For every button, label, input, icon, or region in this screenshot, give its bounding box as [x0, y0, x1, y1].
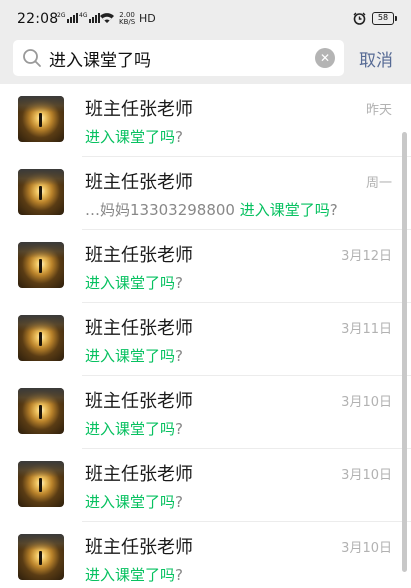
- match-highlight: 进入课堂了吗: [85, 420, 176, 438]
- message-snippet: …妈妈13303298800 进入课堂了吗?: [85, 199, 338, 220]
- message-snippet: 进入课堂了吗?: [85, 491, 183, 512]
- message-snippet: 进入课堂了吗?: [85, 418, 183, 439]
- network-type-label: 4G: [79, 12, 88, 19]
- avatar: [18, 242, 64, 288]
- list-item[interactable]: 班主任张老师 3月10日 进入课堂了吗?: [0, 522, 411, 588]
- message-snippet: 进入课堂了吗?: [85, 345, 183, 366]
- status-bar: 22:08 2G 4G 2.00 KB/S HD 58: [0, 0, 411, 36]
- snippet-suffix: ?: [175, 128, 183, 146]
- contact-name: 班主任张老师: [85, 391, 193, 412]
- snippet-suffix: ?: [175, 420, 183, 438]
- list-item[interactable]: 班主任张老师 昨天 进入课堂了吗?: [0, 84, 411, 157]
- match-highlight: 进入课堂了吗: [85, 566, 176, 584]
- search-box[interactable]: ✕: [13, 40, 344, 76]
- battery-icon: 58: [372, 12, 397, 25]
- search-results-list: 班主任张老师 昨天 进入课堂了吗? 班主任张老师 周一 …妈妈133032988…: [0, 84, 411, 588]
- hd-indicator: HD: [139, 12, 156, 25]
- contact-name: 班主任张老师: [85, 537, 193, 558]
- message-snippet: 进入课堂了吗?: [85, 126, 183, 147]
- snippet-suffix: ?: [175, 493, 183, 511]
- list-item[interactable]: 班主任张老师 周一 …妈妈13303298800 进入课堂了吗?: [0, 157, 411, 230]
- avatar: [18, 169, 64, 215]
- match-highlight: 进入课堂了吗: [85, 347, 176, 365]
- avatar: [18, 388, 64, 434]
- contact-name: 班主任张老师: [85, 318, 193, 339]
- list-item[interactable]: 班主任张老师 3月10日 进入课堂了吗?: [0, 449, 411, 522]
- cancel-button[interactable]: 取消: [359, 46, 393, 71]
- list-item[interactable]: 班主任张老师 3月10日 进入课堂了吗?: [0, 376, 411, 449]
- message-snippet: 进入课堂了吗?: [85, 272, 183, 293]
- contact-name: 班主任张老师: [85, 464, 193, 485]
- message-date: 周一: [365, 176, 392, 191]
- message-date: 3月10日: [341, 468, 392, 483]
- contact-name: 班主任张老师: [85, 172, 193, 193]
- status-time: 22:08: [17, 11, 59, 27]
- match-highlight: 进入课堂了吗: [85, 128, 176, 146]
- search-bar: ✕ 取消: [0, 36, 411, 84]
- snippet-suffix: ?: [175, 347, 183, 365]
- signal-icon: 2G: [57, 12, 79, 23]
- message-date: 昨天: [365, 103, 392, 118]
- list-item[interactable]: 班主任张老师 3月11日 进入课堂了吗?: [0, 303, 411, 376]
- network-type-label: 2G: [57, 12, 66, 19]
- avatar: [18, 96, 64, 142]
- snippet-prefix: …妈妈13303298800: [85, 201, 240, 219]
- wifi-icon: [100, 13, 114, 23]
- signal-icon: 4G: [79, 12, 101, 23]
- avatar: [18, 534, 64, 580]
- message-date: 3月10日: [341, 395, 392, 410]
- message-date: 3月11日: [341, 322, 392, 337]
- match-highlight: 进入课堂了吗: [239, 201, 330, 219]
- message-date: 3月12日: [341, 249, 392, 264]
- clear-icon[interactable]: ✕: [315, 48, 335, 68]
- contact-name: 班主任张老师: [85, 99, 193, 120]
- snippet-suffix: ?: [175, 274, 183, 292]
- speed-unit: KB/S: [119, 18, 136, 26]
- snippet-suffix: ?: [175, 566, 183, 584]
- contact-name: 班主任张老师: [85, 245, 193, 266]
- alarm-icon: [353, 12, 366, 25]
- message-snippet: 进入课堂了吗?: [85, 564, 183, 585]
- network-speed: 2.00 KB/S: [119, 12, 135, 26]
- avatar: [18, 461, 64, 507]
- search-input[interactable]: [49, 40, 303, 76]
- search-icon: [23, 49, 41, 67]
- match-highlight: 进入课堂了吗: [85, 274, 176, 292]
- list-item[interactable]: 班主任张老师 3月12日 进入课堂了吗?: [0, 230, 411, 303]
- message-date: 3月10日: [341, 541, 392, 556]
- match-highlight: 进入课堂了吗: [85, 493, 176, 511]
- scrollbar[interactable]: [402, 132, 407, 572]
- avatar: [18, 315, 64, 361]
- snippet-suffix: ?: [329, 201, 338, 219]
